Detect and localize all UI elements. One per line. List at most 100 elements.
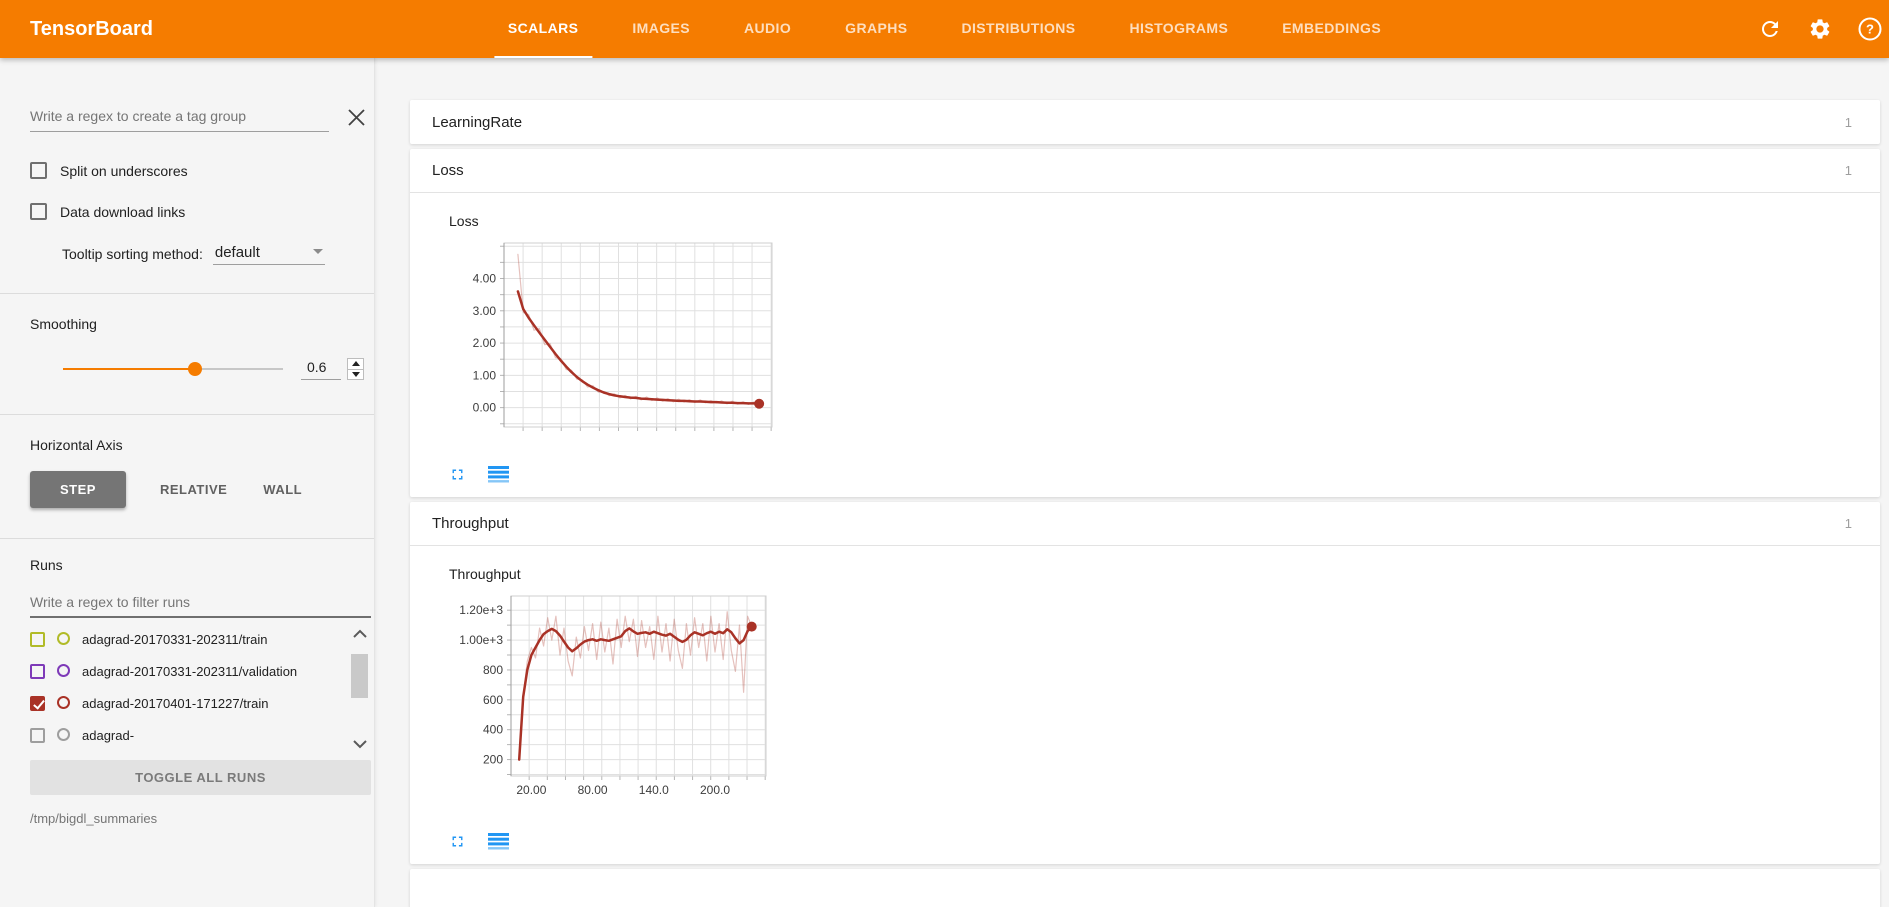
latest-point-dot xyxy=(754,399,764,409)
chart-card: Throughput 2004006008001.00e+31.20e+320.… xyxy=(449,566,1880,850)
section-title: LearningRate xyxy=(432,114,522,131)
tab-images[interactable]: IMAGES xyxy=(618,0,704,58)
section-header[interactable]: LearningRate 1 xyxy=(410,100,1880,144)
app-title: TensorBoard xyxy=(30,18,153,41)
section-count-badge: 1 xyxy=(1845,516,1852,531)
y-tick-label: 600 xyxy=(483,693,503,707)
section-throughput: Throughput 1 Throughput 2004006008001.00… xyxy=(410,502,1880,864)
x-tick-label: 200.0 xyxy=(700,783,730,797)
run-color-radio[interactable] xyxy=(57,728,70,741)
chart-plot[interactable]: 0.00 1.00 2.00 3.00 4.00 xyxy=(449,237,782,435)
run-checkbox[interactable] xyxy=(30,664,45,679)
settings-gear-icon[interactable] xyxy=(1807,16,1833,42)
chart-actions xyxy=(449,466,1880,483)
smoothing-value-input[interactable] xyxy=(301,359,341,379)
run-color-radio[interactable] xyxy=(57,696,70,709)
tab-embeddings[interactable]: EMBEDDINGS xyxy=(1268,0,1395,58)
chart-card: Loss 0.001.002.003.004.00 xyxy=(449,213,1880,483)
section-header[interactable]: Throughput 1 xyxy=(410,502,1880,546)
run-list-item[interactable]: adagrad-20170401-171227/train xyxy=(30,688,338,720)
checkbox-icon[interactable] xyxy=(30,203,47,220)
chart-actions xyxy=(449,833,1880,850)
section-title: Throughput xyxy=(432,515,509,532)
y-tick-label: 2.00 xyxy=(473,336,497,350)
tooltip-sorting-dropdown[interactable]: default xyxy=(213,244,325,265)
section-header[interactable]: Loss 1 xyxy=(410,149,1880,193)
scrollbar-thumb[interactable] xyxy=(351,654,368,698)
stepper-up-icon[interactable] xyxy=(348,359,363,370)
tag-regex-input[interactable] xyxy=(30,102,329,132)
runs-scrollbar[interactable] xyxy=(348,624,372,752)
section-body: Loss 0.001.002.003.004.00 xyxy=(410,193,1880,497)
run-list-item[interactable]: adagrad-20170331-202311/validation xyxy=(30,656,338,688)
close-icon[interactable] xyxy=(347,108,366,132)
tab-distributions[interactable]: DISTRIBUTIONS xyxy=(947,0,1089,58)
tooltip-sorting-label: Tooltip sorting method: xyxy=(62,246,203,265)
run-selector-icon[interactable] xyxy=(488,833,509,850)
run-label: adagrad- xyxy=(82,727,134,745)
data-download-links-option[interactable]: Data download links xyxy=(30,203,374,220)
run-label: adagrad-20170331-202311/train xyxy=(82,631,268,649)
toggle-all-runs-button[interactable]: TOGGLE ALL RUNS xyxy=(30,760,371,795)
run-checkbox[interactable] xyxy=(30,728,45,743)
horizontal-axis-label: Horizontal Axis xyxy=(30,437,374,453)
y-tick-label: 1.00e+3 xyxy=(459,633,503,647)
axis-mode-step-button[interactable]: STEP xyxy=(30,471,126,508)
main-content[interactable]: LearningRate 1 Loss 1 Loss 0.001.002.003… xyxy=(375,58,1889,907)
run-list-item[interactable]: adagrad-20170331-202311/train xyxy=(30,624,338,656)
run-label: adagrad-20170401-171227/train xyxy=(82,695,269,713)
series-smoothed xyxy=(519,627,752,760)
run-list-item-clipped[interactable]: adagrad- xyxy=(30,720,338,752)
slider-thumb[interactable] xyxy=(188,362,202,376)
tab-scalars[interactable]: SCALARS xyxy=(494,0,592,58)
option-label: Data download links xyxy=(60,204,185,220)
runs-section: Runs adagrad-20170331-202311/train adagr… xyxy=(30,539,374,826)
split-underscores-option[interactable]: Split on underscores xyxy=(30,162,374,179)
chart-title: Throughput xyxy=(449,566,1880,582)
smoothing-section: Smoothing xyxy=(30,294,374,380)
display-options: Split on underscores Data download links… xyxy=(30,162,374,265)
expand-chart-icon[interactable] xyxy=(449,833,466,850)
axis-mode-wall-button[interactable]: WALL xyxy=(245,471,320,508)
run-selector-icon[interactable] xyxy=(488,466,509,483)
run-checkbox[interactable] xyxy=(30,696,45,711)
chart-plot[interactable]: 2004006008001.00e+31.20e+320.0080.00140.… xyxy=(449,590,776,802)
app-header: TensorBoard SCALARS IMAGES AUDIO GRAPHS DIST… xyxy=(0,0,1889,58)
y-tick-label: 3.00 xyxy=(473,304,497,318)
axis-mode-relative-button[interactable]: RELATIVE xyxy=(142,471,245,508)
y-tick-label: 0.00 xyxy=(473,401,497,415)
smoothing-value-field xyxy=(301,359,341,380)
next-section-card[interactable] xyxy=(410,869,1880,907)
section-count-badge: 1 xyxy=(1845,163,1852,178)
smoothing-slider[interactable] xyxy=(63,362,283,376)
tab-graphs[interactable]: GRAPHS xyxy=(831,0,921,58)
tag-filter-row xyxy=(30,102,374,132)
help-icon[interactable]: ? xyxy=(1857,16,1883,42)
sidebar: Split on underscores Data download links… xyxy=(0,58,375,907)
nav-tabs: SCALARS IMAGES AUDIO GRAPHS DISTRIBUTIONS HIS… xyxy=(481,0,1408,58)
scroll-up-icon[interactable] xyxy=(350,626,370,642)
x-tick-label: 140.0 xyxy=(639,783,669,797)
y-tick-label: 1.00 xyxy=(473,368,497,382)
scroll-down-icon[interactable] xyxy=(350,736,370,752)
section-count-badge: 1 xyxy=(1845,115,1852,130)
svg-text:?: ? xyxy=(1866,22,1874,37)
expand-chart-icon[interactable] xyxy=(449,466,466,483)
x-tick-label: 20.00 xyxy=(516,783,546,797)
stepper-down-icon[interactable] xyxy=(348,370,363,380)
tab-audio[interactable]: AUDIO xyxy=(730,0,805,58)
checkbox-icon[interactable] xyxy=(30,162,47,179)
tab-histograms[interactable]: HISTOGRAMS xyxy=(1116,0,1243,58)
y-tick-label: 400 xyxy=(483,723,503,737)
run-checkbox[interactable] xyxy=(30,632,45,647)
run-color-radio[interactable] xyxy=(57,632,70,645)
y-tick-label: 4.00 xyxy=(473,272,497,286)
runs-regex-input[interactable] xyxy=(30,589,371,618)
smoothing-label: Smoothing xyxy=(30,316,374,332)
runs-list: adagrad-20170331-202311/train adagrad-20… xyxy=(30,624,374,752)
horizontal-axis-section: Horizontal Axis STEP RELATIVEWALL xyxy=(30,415,374,508)
refresh-icon[interactable] xyxy=(1757,16,1783,42)
section-loss: Loss 1 Loss 0.001.002.003.004.00 xyxy=(410,149,1880,497)
smoothing-stepper[interactable] xyxy=(347,358,364,380)
run-color-radio[interactable] xyxy=(57,664,70,677)
